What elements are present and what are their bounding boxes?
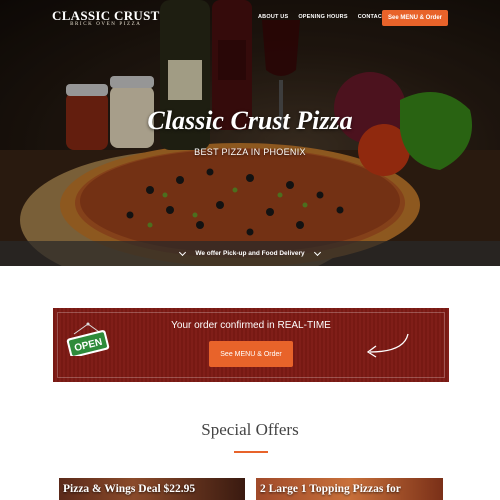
nav-menu-order-button[interactable]: See MENU & Order	[382, 10, 448, 26]
banner-menu-order-button[interactable]: See MENU & Order	[209, 341, 293, 367]
hand-drawn-arrow-icon	[366, 333, 409, 358]
chevron-down-icon	[179, 248, 187, 256]
delivery-info-bar[interactable]: We offer Pick-up and Food Delivery	[0, 241, 500, 266]
hero-title: Classic Crust Pizza	[147, 106, 353, 135]
chevron-down-icon	[313, 248, 321, 256]
top-navigation: CLASSIC CRUST BRICK OVEN PIZZA ABOUT US …	[0, 0, 500, 36]
logo[interactable]: CLASSIC CRUST BRICK OVEN PIZZA	[52, 9, 160, 28]
heading-divider	[234, 451, 268, 453]
open-sign-icon: OPEN	[66, 322, 110, 356]
delivery-info-text: We offer Pick-up and Food Delivery	[195, 250, 305, 257]
offer-card-title: 2 Large 1 Topping Pizzas for	[260, 483, 401, 495]
logo-name: CLASSIC CRUST	[52, 8, 160, 23]
offer-card[interactable]: Pizza & Wings Deal $22.95	[59, 478, 245, 500]
hero-section: CLASSIC CRUST BRICK OVEN PIZZA ABOUT US …	[0, 0, 500, 266]
offer-card[interactable]: 2 Large 1 Topping Pizzas for	[256, 478, 443, 500]
hero-subtitle: BEST PIZZA IN PHOENIX	[194, 147, 306, 157]
nav-link-opening-hours[interactable]: OPENING HOURS	[298, 14, 347, 20]
special-offers-heading: Special Offers	[201, 420, 299, 439]
offer-card-title: Pizza & Wings Deal $22.95	[63, 483, 196, 495]
nav-link-about-us[interactable]: ABOUT US	[258, 14, 288, 20]
